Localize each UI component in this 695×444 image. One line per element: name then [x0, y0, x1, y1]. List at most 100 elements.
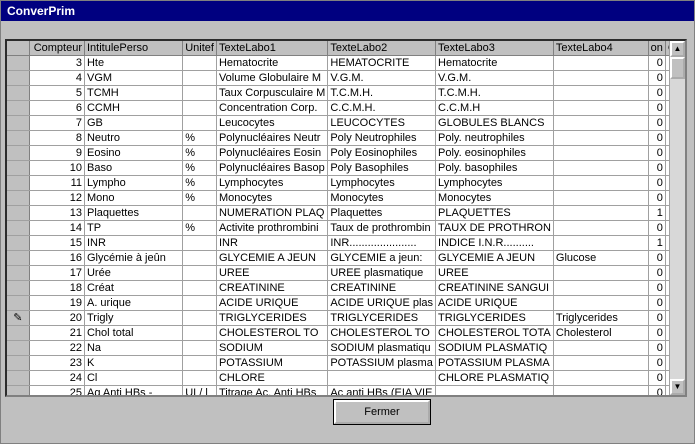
cell-textelabo4[interactable]: [553, 145, 649, 161]
cell-textelabo1[interactable]: Activite prothrombini: [216, 220, 329, 236]
cell-intituleperso[interactable]: CCMH: [84, 100, 184, 116]
column-header-textelabo1[interactable]: TexteLabo1: [216, 41, 329, 56]
cell-intituleperso[interactable]: Eosino: [84, 145, 184, 161]
cell-unitef[interactable]: [182, 85, 217, 101]
table-row[interactable]: 21 Chol total CHOLESTEROL TO CHOLESTEROL TO…: [7, 325, 685, 341]
cell-unitef[interactable]: [182, 280, 217, 296]
cell-textelabo4[interactable]: Triglycerides: [553, 310, 649, 326]
table-row[interactable]: 19 A. urique ACIDE URIQUE ACIDE URIQUE plas…: [7, 295, 685, 311]
cell-textelabo1[interactable]: INR: [216, 235, 329, 251]
cell-textelabo2[interactable]: CHOLESTEROL TO: [327, 325, 437, 341]
cell-textelabo3[interactable]: ACIDE URIQUE: [435, 295, 554, 311]
cell-unitef[interactable]: [182, 100, 217, 116]
row-selector[interactable]: [7, 370, 30, 386]
table-row[interactable]: 11 Lympho% Lymphocytes Lymphocytes Lymphocyt…: [7, 175, 685, 191]
cell-textelabo3[interactable]: Poly. eosinophiles: [435, 145, 554, 161]
cell-compteur[interactable]: 7: [29, 115, 85, 131]
cell-textelabo2[interactable]: INR......................: [327, 235, 437, 251]
cell-textelabo2[interactable]: C.C.M.H.: [327, 100, 437, 116]
cell-compteur[interactable]: 11: [29, 175, 85, 191]
cell-textelabo2[interactable]: Poly Neutrophiles: [327, 130, 437, 146]
cell-textelabo3[interactable]: SODIUM PLASMATIQ: [435, 340, 554, 356]
cell-compteur[interactable]: 12: [29, 190, 85, 206]
cell-textelabo3[interactable]: Monocytes: [435, 190, 554, 206]
cell-intituleperso[interactable]: K: [84, 355, 184, 371]
cell-unitef[interactable]: [182, 295, 217, 311]
cell-on[interactable]: 0: [648, 310, 666, 326]
table-row[interactable]: 6 CCMH Concentration Corp. C.C.M.H. C.C.M.H 0…: [7, 100, 685, 116]
cell-unitef[interactable]: [182, 115, 217, 131]
cell-on[interactable]: 1: [648, 205, 666, 221]
cell-intituleperso[interactable]: Glycémie à jeûn: [84, 250, 184, 266]
cell-textelabo1[interactable]: SODIUM: [216, 340, 329, 356]
cell-compteur[interactable]: 5: [29, 85, 85, 101]
cell-textelabo4[interactable]: [553, 160, 649, 176]
column-header-unitef[interactable]: Unitef: [182, 41, 217, 56]
table-row[interactable]: 9 Eosino% Polynucléaires Eosin Poly Eosinop…: [7, 145, 685, 161]
cell-textelabo3[interactable]: CHLORE PLASMATIQ: [435, 370, 554, 386]
cell-compteur[interactable]: 18: [29, 280, 85, 296]
column-header-intituleperso[interactable]: IntitulePerso: [84, 41, 184, 56]
cell-textelabo3[interactable]: INDICE I.N.R..........: [435, 235, 554, 251]
column-header-textelabo3[interactable]: TexteLabo3: [435, 41, 554, 56]
cell-intituleperso[interactable]: Ag Anti HBs -: [84, 385, 184, 395]
cell-textelabo1[interactable]: CREATININE: [216, 280, 329, 296]
cell-unitef[interactable]: [182, 355, 217, 371]
cell-textelabo1[interactable]: Hematocrite: [216, 55, 329, 71]
cell-unitef[interactable]: %: [182, 160, 217, 176]
cell-compteur[interactable]: 23: [29, 355, 85, 371]
row-selector[interactable]: [7, 130, 30, 146]
row-selector[interactable]: [7, 145, 30, 161]
cell-textelabo1[interactable]: GLYCEMIE A JEUN: [216, 250, 329, 266]
cell-unitef[interactable]: %: [182, 145, 217, 161]
cell-textelabo3[interactable]: GLYCEMIE A JEUN: [435, 250, 554, 266]
cell-textelabo1[interactable]: Volume Globulaire M: [216, 70, 329, 86]
cell-compteur[interactable]: 4: [29, 70, 85, 86]
table-row[interactable]: 22 Na SODIUM SODIUM plasmatiqu SODIUM PLASMA…: [7, 340, 685, 356]
cell-textelabo2[interactable]: HEMATOCRITE: [327, 55, 437, 71]
cell-unitef[interactable]: [182, 340, 217, 356]
cell-on[interactable]: 0: [648, 340, 666, 356]
cell-intituleperso[interactable]: VGM: [84, 70, 184, 86]
row-selector[interactable]: [7, 70, 30, 86]
cell-textelabo2[interactable]: Monocytes: [327, 190, 437, 206]
table-row[interactable]: 4VGMVolume Globulaire MV.G.M.V.G.M.01: [7, 70, 685, 86]
cell-intituleperso[interactable]: Mono: [84, 190, 184, 206]
cell-intituleperso[interactable]: Lympho: [84, 175, 184, 191]
cell-textelabo4[interactable]: [553, 220, 649, 236]
table-row[interactable]: 7GBLeucocytesLEUCOCYTESGLOBULES BLANCS01: [7, 115, 685, 131]
cell-textelabo4[interactable]: [553, 85, 649, 101]
cell-on[interactable]: 0: [648, 145, 666, 161]
cell-compteur[interactable]: 19: [29, 295, 85, 311]
cell-textelabo2[interactable]: Plaquettes: [327, 205, 437, 221]
cell-textelabo1[interactable]: Taux Corpusculaire M: [216, 85, 329, 101]
cell-on[interactable]: 0: [648, 130, 666, 146]
cell-on[interactable]: 0: [648, 220, 666, 236]
scroll-down-icon[interactable]: ▼: [670, 379, 685, 395]
cell-textelabo4[interactable]: [553, 115, 649, 131]
row-selector[interactable]: [7, 205, 30, 221]
cell-intituleperso[interactable]: Trigly: [84, 310, 184, 326]
cell-textelabo4[interactable]: [553, 175, 649, 191]
cell-textelabo4[interactable]: [553, 70, 649, 86]
cell-compteur[interactable]: 6: [29, 100, 85, 116]
cell-textelabo3[interactable]: CHOLESTEROL TOTA: [435, 325, 554, 341]
cell-textelabo1[interactable]: Polynucléaires Eosin: [216, 145, 329, 161]
cell-compteur[interactable]: 8: [29, 130, 85, 146]
cell-on[interactable]: 0: [648, 85, 666, 101]
cell-intituleperso[interactable]: Cl: [84, 370, 184, 386]
row-selector[interactable]: [7, 340, 30, 356]
cell-intituleperso[interactable]: Créat: [84, 280, 184, 296]
cell-on[interactable]: 0: [648, 175, 666, 191]
table-row[interactable]: 12Mono%MonocytesMonocytesMonocytes01: [7, 190, 685, 206]
cell-textelabo2[interactable]: [327, 370, 437, 386]
table-row[interactable]: 5 TCMH Taux Corpusculaire M T.C.M.H. T.C.M.H…: [7, 85, 685, 101]
cell-compteur[interactable]: 10: [29, 160, 85, 176]
cell-on[interactable]: 0: [648, 190, 666, 206]
cell-textelabo1[interactable]: UREE: [216, 265, 329, 281]
data-grid[interactable]: Compteur IntitulePerso Unitef TexteLabo1…: [5, 39, 687, 397]
row-selector[interactable]: [7, 325, 30, 341]
cell-compteur[interactable]: 25: [29, 385, 85, 395]
cell-on[interactable]: 0: [648, 295, 666, 311]
cell-textelabo1[interactable]: Concentration Corp.: [216, 100, 329, 116]
